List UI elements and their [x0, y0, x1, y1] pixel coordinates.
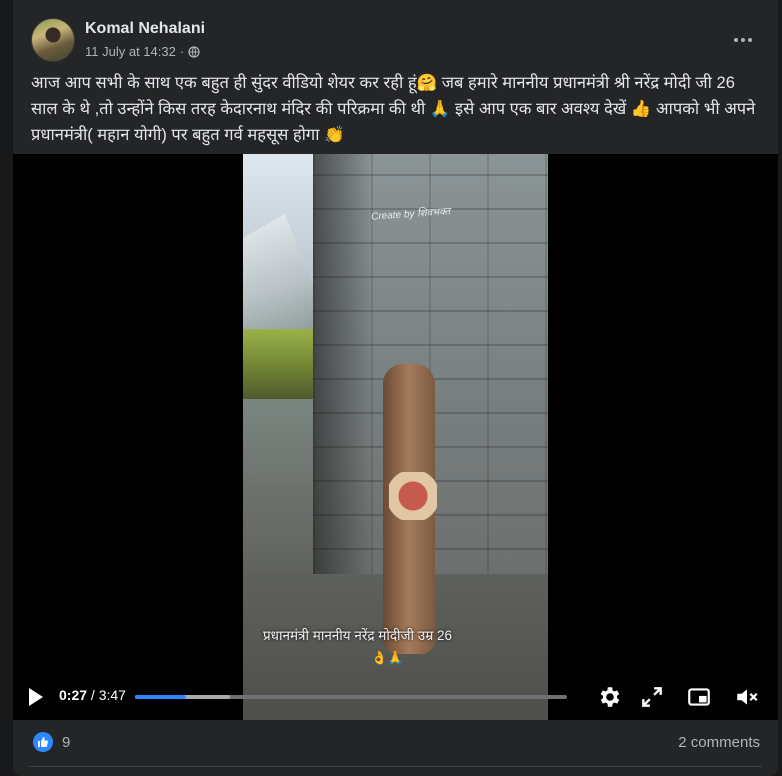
more-dot-icon — [748, 38, 752, 42]
picture-in-picture-icon[interactable] — [686, 684, 712, 710]
thumbs-up-icon — [38, 737, 48, 747]
meta-separator: · — [179, 44, 185, 59]
comments-link[interactable]: 2 comments — [678, 734, 760, 751]
video-frame[interactable]: Create by शिवभक्त प्रधानमंत्री माननीय नर… — [243, 154, 548, 720]
post-meta: 11 July at 14:32 · — [85, 44, 200, 59]
fullscreen-icon[interactable] — [639, 684, 665, 710]
author-name[interactable]: Komal Nehalani — [85, 20, 205, 38]
video-caption-emoji: 👌🙏 — [371, 650, 404, 665]
video-temple-shadow — [313, 154, 373, 584]
settings-icon[interactable] — [597, 684, 623, 710]
globe-icon — [188, 45, 200, 58]
post-header: Komal Nehalani 11 July at 14:32 · — [31, 18, 762, 66]
video-time: 0:27 / 3:47 — [59, 687, 126, 703]
post-timestamp[interactable]: 11 July at 14:32 — [85, 44, 176, 59]
avatar[interactable] — [31, 18, 75, 62]
post-text: आज आप सभी के साथ एक बहुत ही सुंदर वीडियो… — [31, 74, 756, 144]
current-time: 0:27 — [59, 687, 88, 703]
video-caption: प्रधानमंत्री माननीय नरेंद्र मोदीजी उम्र … — [263, 628, 453, 643]
footer-divider — [29, 766, 762, 767]
duration: 3:47 — [98, 687, 126, 703]
more-dot-icon — [741, 38, 745, 42]
post-card: Komal Nehalani 11 July at 14:32 · आज आप … — [13, 0, 778, 776]
more-dot-icon — [734, 38, 738, 42]
video-player[interactable]: Create by शिवभक्त प्रधानमंत्री माननीय नर… — [13, 154, 778, 720]
video-controls: 0:27 / 3:47 — [13, 678, 778, 720]
mute-icon[interactable] — [734, 684, 760, 710]
like-reaction-icon[interactable] — [33, 732, 53, 752]
progress-bar[interactable] — [135, 695, 567, 699]
time-separator: / — [87, 687, 99, 703]
play-icon[interactable] — [29, 688, 43, 706]
video-person-cloth — [389, 472, 437, 520]
progress-played — [135, 695, 187, 699]
like-count[interactable]: 9 — [62, 734, 70, 751]
more-options-button[interactable] — [728, 28, 758, 52]
